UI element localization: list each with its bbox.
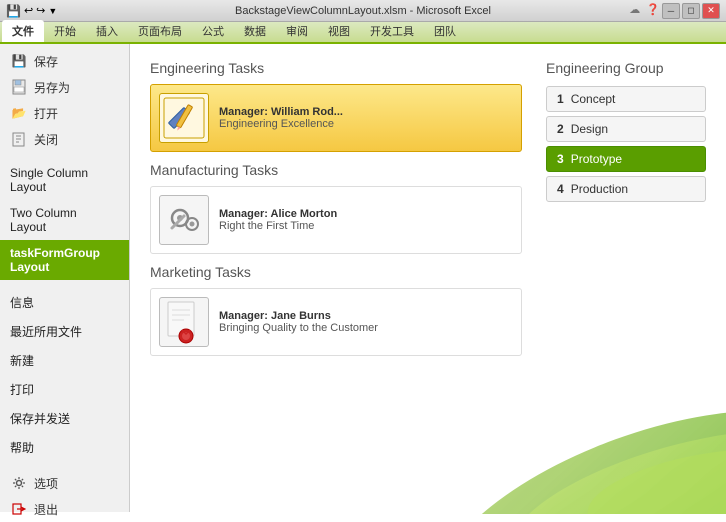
sidebar-info[interactable]: 信息: [0, 288, 129, 317]
marketing-card-title: Manager: Jane Burns: [219, 310, 378, 322]
sidebar-single-column[interactable]: Single ColumnLayout: [0, 160, 129, 200]
sidebar-task-form-group[interactable]: taskFormGroupLayout: [0, 240, 129, 280]
sidebar-close-label: 关闭: [34, 131, 58, 148]
window-title: BackstageViewColumnLayout.xlsm - Microso…: [0, 5, 726, 17]
manufacturing-card-icon: [159, 195, 209, 245]
sidebar-new[interactable]: 新建: [0, 346, 129, 375]
sidebar-save-label: 保存: [34, 53, 58, 70]
engineering-group-title: Engineering Group: [546, 60, 706, 76]
engineering-tasks-title: Engineering Tasks: [150, 60, 522, 76]
tab-developer[interactable]: 开发工具: [360, 20, 424, 42]
sidebar-save[interactable]: 💾 保存: [0, 48, 129, 74]
cloud-icon: ☁: [629, 3, 640, 19]
save-icon: 💾: [10, 52, 28, 70]
sidebar: 💾 保存 另存为 📂 打开 关闭 Single ColumnLayout Two…: [0, 44, 130, 512]
manufacturing-tasks-title: Manufacturing Tasks: [150, 162, 522, 178]
tab-view[interactable]: 视图: [318, 20, 360, 42]
engineering-task-card[interactable]: Manager: William Rod... Engineering Exce…: [150, 84, 522, 152]
marketing-card-icon: [159, 297, 209, 347]
group-item-design[interactable]: 2 Design: [546, 116, 706, 142]
qat-redo-icon[interactable]: ↪: [36, 4, 45, 17]
restore-button[interactable]: ◻: [682, 3, 700, 19]
window-controls: ☁ ❓ ─ ◻ ✕: [629, 3, 720, 19]
help-icon[interactable]: ❓: [646, 3, 660, 19]
group-num-4: 4: [557, 182, 564, 196]
engineering-card-icon: [159, 93, 209, 143]
engineering-card-text: Manager: William Rod... Engineering Exce…: [219, 106, 343, 130]
group-item-concept[interactable]: 1 Concept: [546, 86, 706, 112]
tab-page-layout[interactable]: 页面布局: [128, 20, 192, 42]
open-icon: 📂: [10, 104, 28, 122]
marketing-card-text: Manager: Jane Burns Bringing Quality to …: [219, 310, 378, 334]
sidebar-saveas-label: 另存为: [34, 79, 70, 96]
engineering-card-sub: Engineering Excellence: [219, 118, 343, 130]
sidebar-exit[interactable]: 退出: [0, 496, 129, 522]
sidebar-recent[interactable]: 最近所用文件: [0, 317, 129, 346]
close-button[interactable]: ✕: [702, 3, 720, 19]
qat-save-icon[interactable]: 💾: [6, 4, 21, 18]
title-bar: 💾 ↩ ↪ ▼ BackstageViewColumnLayout.xlsm -…: [0, 0, 726, 22]
sidebar-two-column[interactable]: Two ColumnLayout: [0, 200, 129, 240]
group-label-concept: Concept: [571, 92, 616, 106]
main-container: 💾 保存 另存为 📂 打开 关闭 Single ColumnLayout Two…: [0, 44, 726, 512]
sidebar-open-label: 打开: [34, 105, 58, 122]
group-label-production: Production: [571, 182, 628, 196]
tab-formula[interactable]: 公式: [192, 20, 234, 42]
group-num-3: 3: [557, 152, 564, 166]
close-file-icon: [10, 130, 28, 148]
marketing-card-sub: Bringing Quality to the Customer: [219, 322, 378, 334]
group-label-design: Design: [571, 122, 608, 136]
marketing-task-card[interactable]: Manager: Jane Burns Bringing Quality to …: [150, 288, 522, 356]
tab-home[interactable]: 开始: [44, 20, 86, 42]
manufacturing-task-card[interactable]: Manager: Alice Morton Right the First Ti…: [150, 186, 522, 254]
sidebar-print[interactable]: 打印: [0, 375, 129, 404]
qat-undo-icon[interactable]: ↩: [24, 4, 33, 17]
group-num-1: 1: [557, 92, 564, 106]
group-label-prototype: Prototype: [571, 152, 622, 166]
sidebar-open[interactable]: 📂 打开: [0, 100, 129, 126]
quick-access-toolbar: 💾 ↩ ↪ ▼: [6, 4, 57, 18]
qat-area: 💾 ↩ ↪ ▼: [6, 4, 57, 18]
sidebar-options-label: 选项: [34, 475, 58, 492]
qat-dropdown-icon[interactable]: ▼: [48, 6, 57, 16]
saveas-icon: [10, 78, 28, 96]
sidebar-exit-label: 退出: [34, 501, 58, 518]
tab-data[interactable]: 数据: [234, 20, 276, 42]
sidebar-options[interactable]: 选项: [0, 470, 129, 496]
sidebar-close[interactable]: 关闭: [0, 126, 129, 152]
gear-icon: [10, 474, 28, 492]
engineering-card-title: Manager: William Rod...: [219, 106, 343, 118]
sidebar-save-send[interactable]: 保存并发送: [0, 404, 129, 433]
tab-review[interactable]: 审阅: [276, 20, 318, 42]
group-item-prototype[interactable]: 3 Prototype: [546, 146, 706, 172]
manufacturing-card-sub: Right the First Time: [219, 220, 337, 232]
sidebar-help[interactable]: 帮助: [0, 433, 129, 462]
manufacturing-card-title: Manager: Alice Morton: [219, 208, 337, 220]
manufacturing-card-text: Manager: Alice Morton Right the First Ti…: [219, 208, 337, 232]
ribbon-tabs: 文件 开始 插入 页面布局 公式 数据 审阅 视图 开发工具 团队: [0, 22, 726, 44]
group-num-2: 2: [557, 122, 564, 136]
tab-file[interactable]: 文件: [2, 20, 44, 42]
right-panel: Engineering Group 1 Concept 2 Design 3 P…: [546, 60, 706, 496]
exit-icon: [10, 500, 28, 518]
sidebar-saveas[interactable]: 另存为: [0, 74, 129, 100]
left-panel: Engineering Tasks Manager: William Rod..…: [150, 60, 522, 496]
content-area: Engineering Tasks Manager: William Rod..…: [130, 44, 726, 512]
minimize-button[interactable]: ─: [662, 3, 680, 19]
tab-insert[interactable]: 插入: [86, 20, 128, 42]
tab-team[interactable]: 团队: [424, 20, 466, 42]
group-item-production[interactable]: 4 Production: [546, 176, 706, 202]
marketing-tasks-title: Marketing Tasks: [150, 264, 522, 280]
